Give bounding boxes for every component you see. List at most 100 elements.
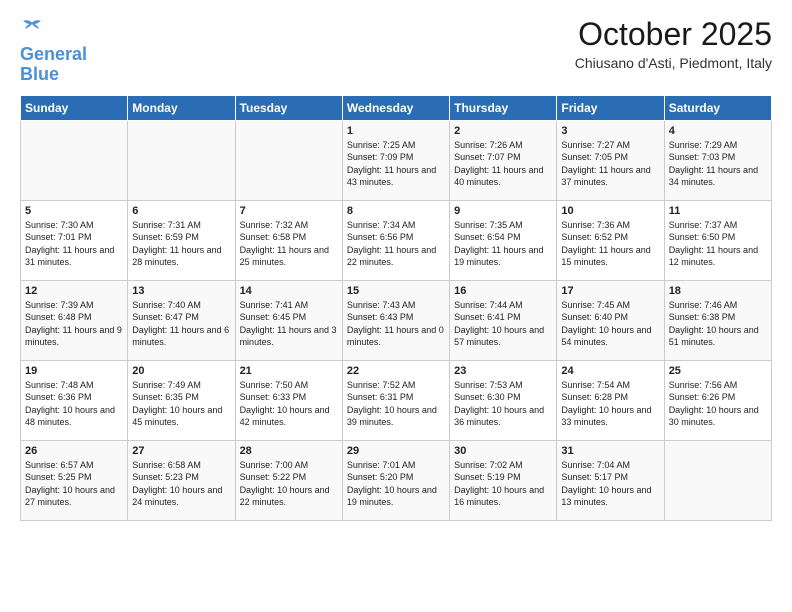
day-number: 18	[669, 285, 767, 297]
day-details: Sunrise: 7:36 AM Sunset: 6:52 PM Dayligh…	[561, 219, 659, 269]
day-number: 23	[454, 365, 552, 377]
day-number: 22	[347, 365, 445, 377]
day-details: Sunrise: 7:44 AM Sunset: 6:41 PM Dayligh…	[454, 299, 552, 349]
day-details: Sunrise: 7:34 AM Sunset: 6:56 PM Dayligh…	[347, 219, 445, 269]
col-tuesday: Tuesday	[235, 95, 342, 120]
day-details: Sunrise: 6:57 AM Sunset: 5:25 PM Dayligh…	[25, 459, 123, 509]
day-number: 11	[669, 205, 767, 217]
day-number: 19	[25, 365, 123, 377]
day-details: Sunrise: 7:35 AM Sunset: 6:54 PM Dayligh…	[454, 219, 552, 269]
table-row: 19 Sunrise: 7:48 AM Sunset: 6:36 PM Dayli…	[21, 360, 128, 440]
table-row: 14Sunrise: 7:41 AM Sunset: 6:45 PM Dayli…	[235, 280, 342, 360]
calendar-table: Sunday Monday Tuesday Wednesday Thursday…	[20, 95, 772, 521]
day-number: 6	[132, 205, 230, 217]
day-number: 29	[347, 445, 445, 457]
month-title: October 2025	[575, 16, 772, 53]
table-row: 10Sunrise: 7:36 AM Sunset: 6:52 PM Dayli…	[557, 200, 664, 280]
calendar-header: Sunday Monday Tuesday Wednesday Thursday…	[21, 95, 772, 120]
table-row: 30 Sunrise: 7:02 AM Sunset: 5:19 PM Dayli…	[450, 440, 557, 520]
day-number: 13	[132, 285, 230, 297]
day-number: 31	[561, 445, 659, 457]
page-header: General Blue October 2025 Chiusano d'Ast…	[20, 16, 772, 85]
table-row: 4 Sunrise: 7:29 AM Sunset: 7:03 PM Daylig…	[664, 120, 771, 200]
table-row: 31Sunrise: 7:04 AM Sunset: 5:17 PM Dayli…	[557, 440, 664, 520]
table-row: 15 Sunrise: 7:43 AM Sunset: 6:43 PM Dayli…	[342, 280, 449, 360]
day-number: 7	[240, 205, 338, 217]
day-details: Sunrise: 7:27 AM Sunset: 7:05 PM Dayligh…	[561, 139, 659, 189]
day-details: Sunrise: 7:46 AM Sunset: 6:38 PM Dayligh…	[669, 299, 767, 349]
day-number: 8	[347, 205, 445, 217]
col-saturday: Saturday	[664, 95, 771, 120]
col-wednesday: Wednesday	[342, 95, 449, 120]
day-details: Sunrise: 7:41 AM Sunset: 6:45 PM Dayligh…	[240, 299, 338, 349]
day-details: Sunrise: 7:48 AM Sunset: 6:36 PM Dayligh…	[25, 379, 123, 429]
table-row: 1 Sunrise: 7:25 AM Sunset: 7:09 PM Daylig…	[342, 120, 449, 200]
table-row	[235, 120, 342, 200]
table-row: 21 Sunrise: 7:50 AM Sunset: 6:33 PM Dayli…	[235, 360, 342, 440]
day-details: Sunrise: 7:01 AM Sunset: 5:20 PM Dayligh…	[347, 459, 445, 509]
day-details: Sunrise: 7:49 AM Sunset: 6:35 PM Dayligh…	[132, 379, 230, 429]
table-row: 13 Sunrise: 7:40 AM Sunset: 6:47 PM Dayli…	[128, 280, 235, 360]
location: Chiusano d'Asti, Piedmont, Italy	[575, 55, 772, 71]
day-number: 25	[669, 365, 767, 377]
day-details: Sunrise: 7:00 AM Sunset: 5:22 PM Dayligh…	[240, 459, 338, 509]
day-details: Sunrise: 7:02 AM Sunset: 5:19 PM Dayligh…	[454, 459, 552, 509]
day-details: Sunrise: 6:58 AM Sunset: 5:23 PM Dayligh…	[132, 459, 230, 509]
day-details: Sunrise: 7:50 AM Sunset: 6:33 PM Dayligh…	[240, 379, 338, 429]
day-number: 9	[454, 205, 552, 217]
day-details: Sunrise: 7:40 AM Sunset: 6:47 PM Dayligh…	[132, 299, 230, 349]
day-number: 16	[454, 285, 552, 297]
day-number: 28	[240, 445, 338, 457]
day-details: Sunrise: 7:31 AM Sunset: 6:59 PM Dayligh…	[132, 219, 230, 269]
title-block: October 2025 Chiusano d'Asti, Piedmont, …	[575, 16, 772, 71]
day-details: Sunrise: 7:29 AM Sunset: 7:03 PM Dayligh…	[669, 139, 767, 189]
day-number: 26	[25, 445, 123, 457]
col-thursday: Thursday	[450, 95, 557, 120]
logo: General Blue	[20, 16, 87, 85]
day-details: Sunrise: 7:43 AM Sunset: 6:43 PM Dayligh…	[347, 299, 445, 349]
day-number: 12	[25, 285, 123, 297]
table-row: 20 Sunrise: 7:49 AM Sunset: 6:35 PM Dayli…	[128, 360, 235, 440]
table-row: 22 Sunrise: 7:52 AM Sunset: 6:31 PM Dayli…	[342, 360, 449, 440]
day-details: Sunrise: 7:32 AM Sunset: 6:58 PM Dayligh…	[240, 219, 338, 269]
day-details: Sunrise: 7:39 AM Sunset: 6:48 PM Dayligh…	[25, 299, 123, 349]
table-row: 25 Sunrise: 7:56 AM Sunset: 6:26 PM Dayli…	[664, 360, 771, 440]
table-row: 24Sunrise: 7:54 AM Sunset: 6:28 PM Dayli…	[557, 360, 664, 440]
day-number: 1	[347, 125, 445, 137]
day-number: 20	[132, 365, 230, 377]
logo-icon	[20, 16, 44, 40]
day-details: Sunrise: 7:54 AM Sunset: 6:28 PM Dayligh…	[561, 379, 659, 429]
table-row: 18 Sunrise: 7:46 AM Sunset: 6:38 PM Dayli…	[664, 280, 771, 360]
table-row: 27 Sunrise: 6:58 AM Sunset: 5:23 PM Dayli…	[128, 440, 235, 520]
day-number: 30	[454, 445, 552, 457]
day-details: Sunrise: 7:45 AM Sunset: 6:40 PM Dayligh…	[561, 299, 659, 349]
table-row: 3 Sunrise: 7:27 AM Sunset: 7:05 PM Daylig…	[557, 120, 664, 200]
day-details: Sunrise: 7:56 AM Sunset: 6:26 PM Dayligh…	[669, 379, 767, 429]
day-details: Sunrise: 7:30 AM Sunset: 7:01 PM Dayligh…	[25, 219, 123, 269]
day-number: 5	[25, 205, 123, 217]
day-number: 2	[454, 125, 552, 137]
table-row: 6 Sunrise: 7:31 AM Sunset: 6:59 PM Daylig…	[128, 200, 235, 280]
day-number: 15	[347, 285, 445, 297]
table-row: 28 Sunrise: 7:00 AM Sunset: 5:22 PM Dayli…	[235, 440, 342, 520]
day-number: 3	[561, 125, 659, 137]
day-number: 4	[669, 125, 767, 137]
day-details: Sunrise: 7:53 AM Sunset: 6:30 PM Dayligh…	[454, 379, 552, 429]
col-monday: Monday	[128, 95, 235, 120]
col-sunday: Sunday	[21, 95, 128, 120]
table-row: 17Sunrise: 7:45 AM Sunset: 6:40 PM Dayli…	[557, 280, 664, 360]
table-row	[128, 120, 235, 200]
table-row	[21, 120, 128, 200]
day-details: Sunrise: 7:52 AM Sunset: 6:31 PM Dayligh…	[347, 379, 445, 429]
table-row: 2 Sunrise: 7:26 AM Sunset: 7:07 PM Daylig…	[450, 120, 557, 200]
table-row: 29 Sunrise: 7:01 AM Sunset: 5:20 PM Dayli…	[342, 440, 449, 520]
table-row: 23 Sunrise: 7:53 AM Sunset: 6:30 PM Dayli…	[450, 360, 557, 440]
logo-text: General Blue	[20, 45, 87, 85]
day-number: 27	[132, 445, 230, 457]
table-row: 26 Sunrise: 6:57 AM Sunset: 5:25 PM Dayli…	[21, 440, 128, 520]
day-details: Sunrise: 7:26 AM Sunset: 7:07 PM Dayligh…	[454, 139, 552, 189]
day-details: Sunrise: 7:25 AM Sunset: 7:09 PM Dayligh…	[347, 139, 445, 189]
table-row: 12 Sunrise: 7:39 AM Sunset: 6:48 PM Dayli…	[21, 280, 128, 360]
day-number: 21	[240, 365, 338, 377]
table-row: 9 Sunrise: 7:35 AM Sunset: 6:54 PM Daylig…	[450, 200, 557, 280]
